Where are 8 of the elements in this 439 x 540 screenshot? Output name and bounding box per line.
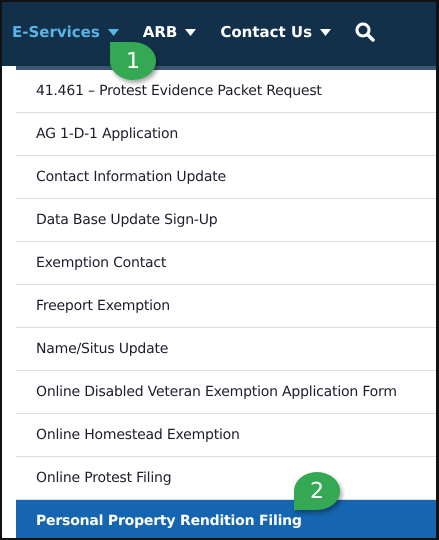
dropdown-menu-item[interactable]: Personal Property Rendition Filing [16,500,436,538]
nav-menu-item[interactable]: E-Services [12,23,119,41]
search-icon[interactable] [355,22,376,42]
nav-menu-item[interactable]: ARB [142,23,196,41]
caret-icon [108,28,119,36]
caret-icon [185,28,196,36]
nav-menu-item[interactable]: Contact Us [220,23,332,41]
caret-icon [320,28,332,36]
